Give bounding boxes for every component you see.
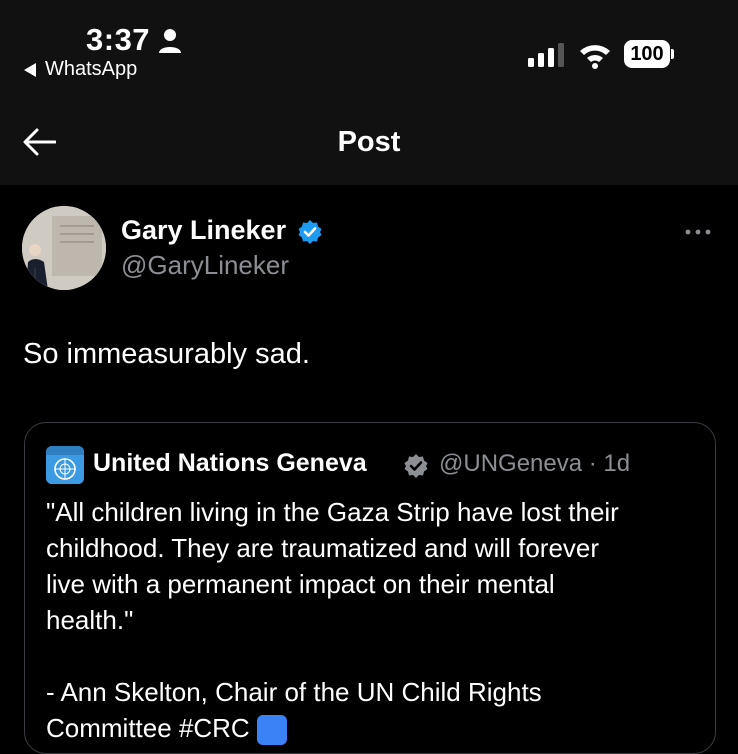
- author-handle[interactable]: @GaryLineker: [121, 250, 289, 281]
- page-title: Post: [337, 126, 401, 158]
- quote-line: "All children living in the Gaza Strip h…: [46, 497, 619, 527]
- avatar[interactable]: [22, 206, 106, 290]
- verified-badge-icon: [298, 220, 322, 244]
- quote-line-text: Committee #CRC: [46, 713, 250, 743]
- battery-nub: [671, 49, 674, 59]
- author-name[interactable]: Gary Lineker: [121, 215, 286, 246]
- quoted-handle-time: @UNGeneva · 1d: [439, 450, 631, 477]
- back-app-label: WhatsApp: [45, 58, 138, 80]
- quote-line: - Ann Skelton, Chair of the UN Child Rig…: [46, 677, 542, 707]
- quote-line: childhood. They are traumatized and will…: [46, 533, 600, 563]
- battery-indicator: 100: [624, 40, 674, 70]
- post-text: So immeasurably sad.: [23, 338, 310, 370]
- person-icon: [159, 29, 181, 53]
- signal-icon: [528, 43, 564, 67]
- back-to-app-link[interactable]: WhatsApp: [24, 58, 137, 81]
- battery-level: 100: [624, 40, 670, 68]
- quote-line-with-emoji: Committee #CRC: [46, 710, 696, 746]
- quote-line: health.": [46, 605, 134, 635]
- quote-line: live with a permanent impact on their me…: [46, 569, 555, 599]
- status-time: 3:37: [86, 22, 151, 57]
- quoted-author-name: United Nations Geneva: [93, 449, 367, 477]
- more-options-icon[interactable]: [684, 227, 712, 237]
- wifi-icon: [580, 45, 610, 69]
- un-logo: [46, 446, 84, 484]
- avatar-photo: [22, 206, 106, 290]
- quoted-verified-badge-icon: [404, 454, 428, 478]
- info-emoji-icon: [256, 715, 287, 746]
- back-triangle-icon: [24, 62, 36, 77]
- un-emblem-icon: [46, 446, 84, 484]
- quoted-post-text: "All children living in the Gaza Strip h…: [46, 494, 696, 746]
